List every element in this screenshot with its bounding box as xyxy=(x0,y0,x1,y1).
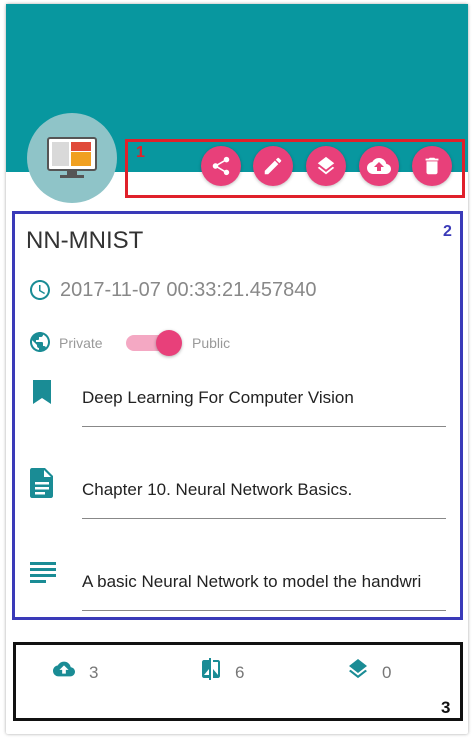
created-timestamp: 2017-11-07 00:33:21.457840 xyxy=(60,278,317,301)
delete-button[interactable] xyxy=(412,146,452,186)
edit-button[interactable] xyxy=(253,146,293,186)
chapter-value: Chapter 10. Neural Network Basics. xyxy=(82,480,353,499)
page-title: NN-MNIST xyxy=(26,227,144,254)
description-field[interactable]: A basic Neural Network to model the hand… xyxy=(82,571,446,611)
avatar xyxy=(27,113,117,203)
description-value: A basic Neural Network to model the hand… xyxy=(82,572,422,591)
notes-icon xyxy=(30,562,56,583)
layers-button[interactable] xyxy=(306,146,346,186)
cloud-upload-icon xyxy=(367,158,391,174)
visibility-toggle-row: Private Public xyxy=(28,324,288,360)
share-button[interactable] xyxy=(201,146,241,186)
cloud-upload-icon xyxy=(53,661,75,677)
globe-icon xyxy=(30,332,50,352)
trash-icon xyxy=(425,157,439,175)
stat-compare-value: 6 xyxy=(235,663,245,682)
desktop-monitor-icon xyxy=(47,137,97,178)
document-icon xyxy=(30,468,53,498)
layers-icon xyxy=(349,659,367,679)
stat-layers-value: 0 xyxy=(382,663,392,682)
compare-icon xyxy=(202,658,220,680)
visibility-toggle-knob[interactable] xyxy=(156,330,182,356)
layers-icon xyxy=(317,156,335,175)
annotation-number-3: 3 xyxy=(441,698,451,717)
upload-button[interactable] xyxy=(359,146,399,186)
bookmark-icon xyxy=(33,380,51,404)
clock-icon xyxy=(30,280,50,300)
annotation-number-1: 1 xyxy=(136,144,145,161)
stat-compare: 6 xyxy=(199,655,244,683)
stat-layers: 0 xyxy=(346,655,391,683)
stat-uploads: 3 xyxy=(51,655,98,683)
stat-uploads-value: 3 xyxy=(89,663,99,682)
private-label: Private xyxy=(59,335,103,351)
timestamp-row: 2017-11-07 00:33:21.457840 xyxy=(28,278,317,302)
annotation-number-2: 2 xyxy=(443,223,452,240)
book-title-value: Deep Learning For Computer Vision xyxy=(82,388,354,407)
pencil-icon xyxy=(264,157,282,175)
share-icon xyxy=(212,156,230,176)
book-title-field[interactable]: Deep Learning For Computer Vision xyxy=(82,387,446,427)
public-label: Public xyxy=(192,335,231,351)
chapter-field[interactable]: Chapter 10. Neural Network Basics. xyxy=(82,479,446,519)
